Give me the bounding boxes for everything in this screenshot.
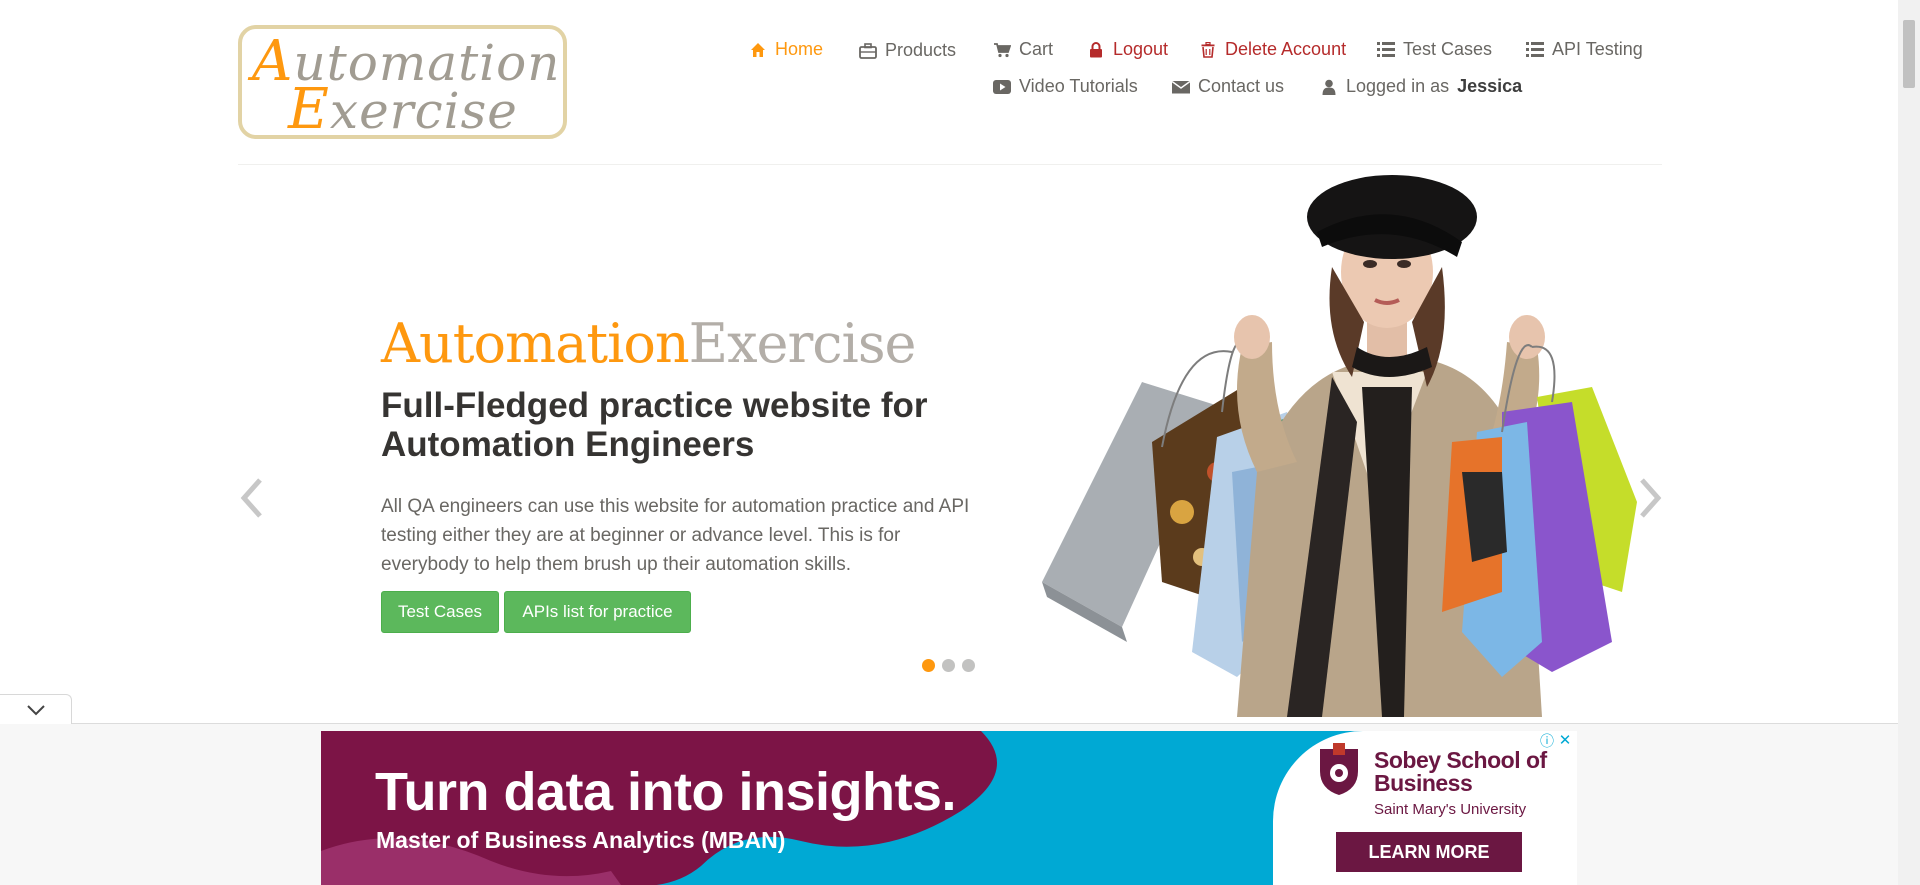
ad-headline: Turn data into insights. <box>375 762 956 822</box>
hero-description: All QA engineers can use this website fo… <box>381 496 970 575</box>
header-divider <box>238 164 1662 165</box>
youtube-play-icon <box>993 78 1011 96</box>
nav-test-cases[interactable]: Test Cases <box>1377 39 1492 60</box>
nav-cart-label: Cart <box>1019 39 1054 59</box>
scrollbar-thumb[interactable] <box>1903 20 1915 88</box>
page-scrollbar[interactable] <box>1898 0 1920 885</box>
ad-subheadline: Master of Business Analytics (MBAN) <box>376 827 786 853</box>
nav-api-testing[interactable]: API Testing <box>1526 39 1643 60</box>
list-icon <box>1526 41 1544 59</box>
site-logo[interactable]: Automation Exercise <box>238 25 567 139</box>
ad-collapse-toggle[interactable] <box>0 694 72 724</box>
slider-next-arrow[interactable] <box>1630 470 1670 526</box>
slider-indicators <box>922 659 975 672</box>
hero-image-shopping-woman <box>1042 175 1637 717</box>
nav-logout-label: Logout <box>1113 39 1169 59</box>
list-icon <box>1377 41 1395 59</box>
logged-in-label: Logged in as <box>1346 76 1450 96</box>
slider-dot-1[interactable] <box>922 659 935 672</box>
nav-home-label: Home <box>775 39 824 59</box>
trash-icon <box>1199 41 1217 59</box>
nav-contact-us-label: Contact us <box>1198 76 1285 96</box>
logged-in-username: Jessica <box>1457 76 1523 96</box>
ad-school-name: Sobey School of Business <box>1374 747 1547 796</box>
cart-icon <box>993 41 1011 59</box>
slider-dot-3[interactable] <box>962 659 975 672</box>
nav-api-testing-label: API Testing <box>1552 39 1643 59</box>
ad-close-icon[interactable]: ✕ <box>1557 733 1573 749</box>
hero-title: AutomationExercise <box>381 312 916 375</box>
nav-products[interactable]: Products <box>859 40 956 61</box>
logged-in-status: Logged in as Jessica <box>1320 76 1522 97</box>
nav-home[interactable]: Home <box>749 39 823 60</box>
chevron-left-icon <box>240 478 262 518</box>
apis-list-button[interactable]: APIs list for practice <box>504 591 691 633</box>
user-icon <box>1320 78 1338 96</box>
ad-learn-more-button[interactable]: LEARN MORE <box>1336 832 1522 872</box>
nav-test-cases-label: Test Cases <box>1403 39 1493 59</box>
slider-dot-2[interactable] <box>942 659 955 672</box>
logo-line-2: Exercise <box>288 77 518 139</box>
nav-video-tutorials[interactable]: Video Tutorials <box>993 76 1138 97</box>
hero-subtitle: Full-Fledged practice website for Automa… <box>381 386 928 464</box>
envelope-icon <box>1172 78 1190 96</box>
chevron-right-icon <box>1640 478 1662 518</box>
nav-cart[interactable]: Cart <box>993 39 1053 60</box>
briefcase-icon <box>859 42 877 60</box>
ad-university-name: Saint Mary's University <box>1374 801 1527 818</box>
nav-delete-account-label: Delete Account <box>1225 39 1347 59</box>
school-crest-icon <box>1320 743 1358 795</box>
slider-prev-arrow[interactable] <box>232 470 272 526</box>
chevron-down-icon <box>26 704 45 715</box>
ad-info-icon[interactable]: ⓘ <box>1539 733 1555 749</box>
nav-video-tutorials-label: Video Tutorials <box>1019 76 1138 96</box>
nav-contact-us[interactable]: Contact us <box>1172 76 1284 97</box>
test-cases-button[interactable]: Test Cases <box>381 591 499 633</box>
home-icon <box>749 41 767 59</box>
advertisement[interactable]: Turn data into insights. Master of Busin… <box>321 731 1577 885</box>
nav-delete-account[interactable]: Delete Account <box>1199 39 1346 60</box>
lock-icon <box>1087 41 1105 59</box>
nav-logout[interactable]: Logout <box>1087 39 1168 60</box>
nav-products-label: Products <box>885 40 957 60</box>
